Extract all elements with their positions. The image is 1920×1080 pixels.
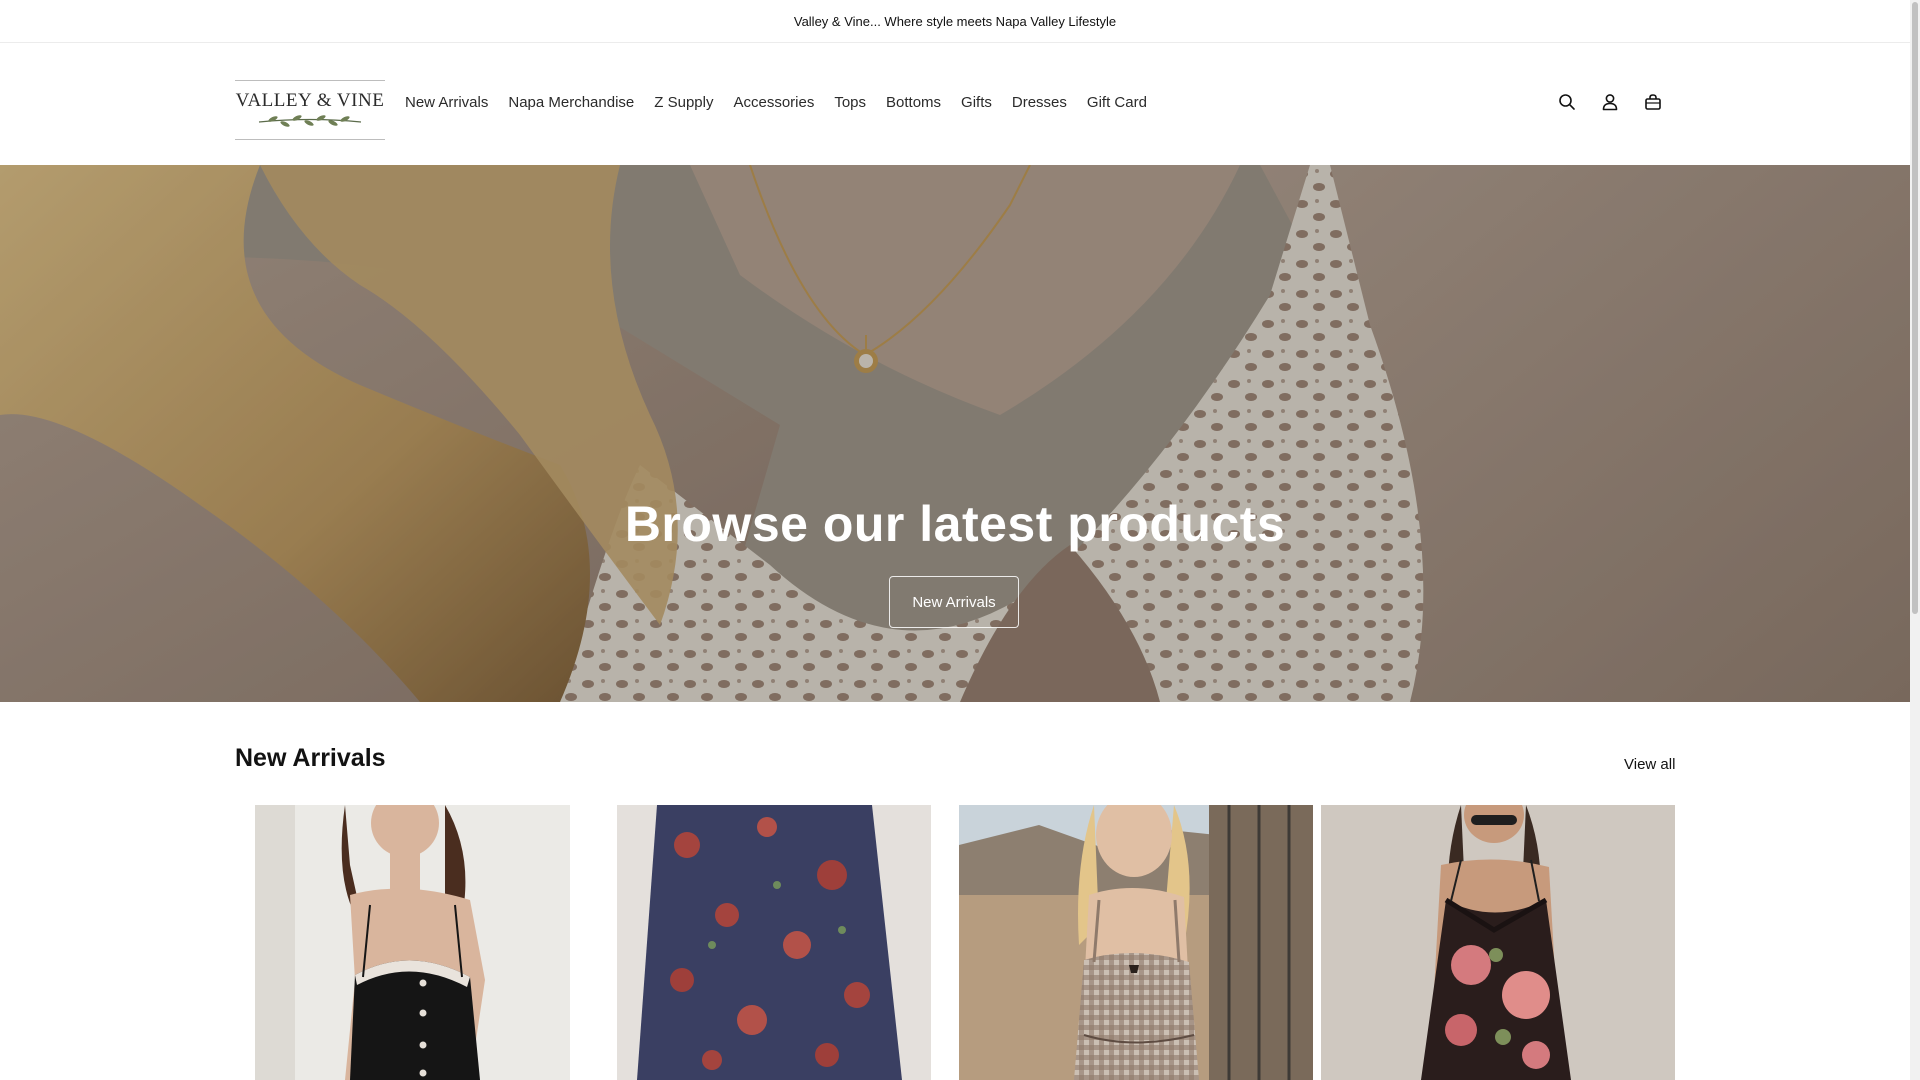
- main-nav: New Arrivals Napa Merchandise Z Supply A…: [405, 90, 1157, 115]
- nav-item-accessories[interactable]: Accessories: [723, 90, 824, 115]
- product-card-floral-slip-dress[interactable]: [1321, 805, 1675, 1080]
- account-icon[interactable]: [1599, 91, 1621, 113]
- product-card-black-dress[interactable]: [255, 805, 570, 1080]
- site-header: VALLEY & VINE New Arrivals Napa Merchand…: [0, 43, 1910, 166]
- hero-banner: Browse our latest products New Arrivals: [0, 165, 1910, 702]
- cart-icon[interactable]: [1642, 91, 1664, 113]
- new-arrivals-button[interactable]: New Arrivals: [889, 576, 1019, 628]
- nav-item-napa-merchandise[interactable]: Napa Merchandise: [498, 90, 644, 115]
- product-image: [255, 805, 570, 1080]
- nav-item-gifts[interactable]: Gifts: [951, 90, 1002, 115]
- nav-item-dresses[interactable]: Dresses: [1002, 90, 1077, 115]
- view-all-link[interactable]: View all: [1624, 756, 1675, 773]
- product-image: [617, 805, 931, 1080]
- scrollbar-thumb[interactable]: [1912, 2, 1918, 614]
- product-image: [959, 805, 1313, 1080]
- nav-item-gift-card[interactable]: Gift Card: [1077, 90, 1157, 115]
- header-icons: [1556, 91, 1664, 113]
- nav-item-tops[interactable]: Tops: [824, 90, 876, 115]
- new-arrivals-heading: New Arrivals: [235, 744, 386, 772]
- page-scrollbar[interactable]: [1910, 0, 1920, 1080]
- product-card-floral-skirt[interactable]: [617, 805, 931, 1080]
- search-icon[interactable]: [1556, 91, 1578, 113]
- product-card-gingham-top[interactable]: [959, 805, 1313, 1080]
- announcement-text: Valley & Vine... Where style meets Napa …: [793, 13, 1117, 29]
- nav-item-new-arrivals[interactable]: New Arrivals: [405, 90, 498, 115]
- announcement-bar: Valley & Vine... Where style meets Napa …: [0, 0, 1910, 43]
- vine-leaf-icon: [258, 115, 362, 127]
- nav-item-bottoms[interactable]: Bottoms: [876, 90, 951, 115]
- page: Valley & Vine... Where style meets Napa …: [0, 0, 1910, 1080]
- logo-text: VALLEY & VINE: [235, 90, 385, 111]
- nav-item-z-supply[interactable]: Z Supply: [644, 90, 723, 115]
- product-image: [1321, 805, 1675, 1080]
- store-logo[interactable]: VALLEY & VINE: [235, 80, 385, 140]
- hero-title: Browse our latest products: [624, 496, 1286, 552]
